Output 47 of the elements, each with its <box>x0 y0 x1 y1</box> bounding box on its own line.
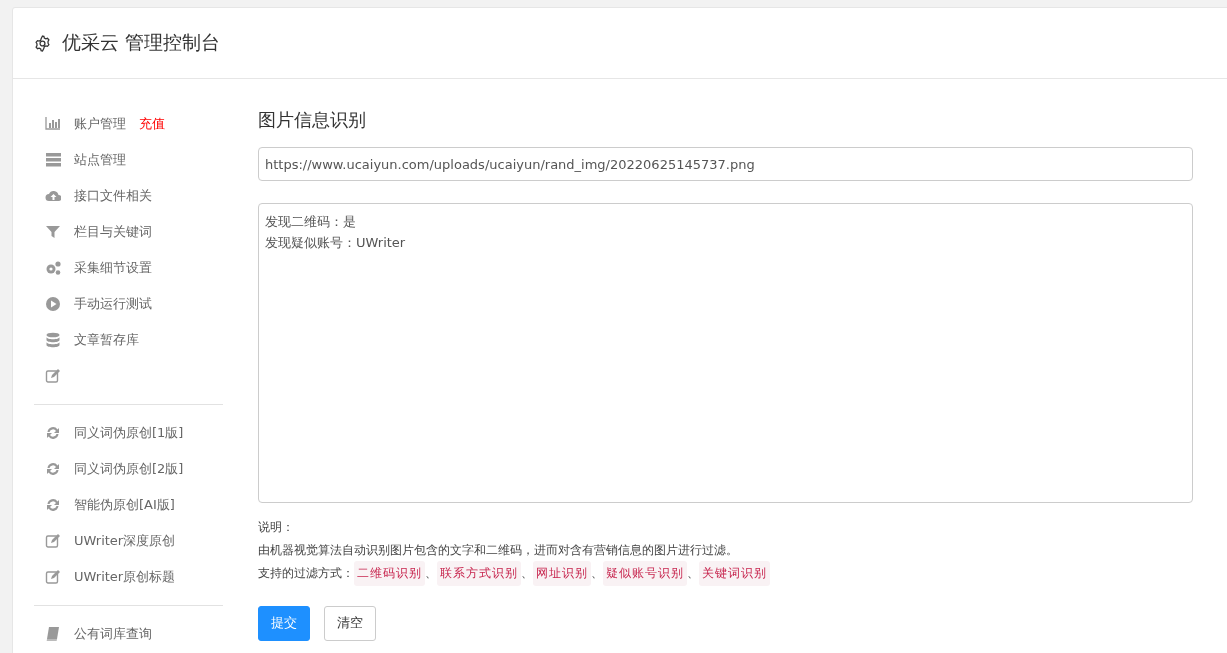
refresh-icon <box>45 461 61 477</box>
page-title: 图片信息识别 <box>258 108 367 132</box>
sidebar-link[interactable]: 站点管理 <box>74 151 126 169</box>
method-tag: 关键词识别 <box>699 561 770 586</box>
separator: 、 <box>521 565 533 582</box>
sidebar-link[interactable]: 账户管理 <box>74 115 126 133</box>
sidebar-link[interactable]: UWriter原创标题 <box>74 568 176 586</box>
url-field[interactable]: https://www.ucaiyun.com/uploads/ucaiyun/rand_img/20220625145737.png <box>258 147 1193 181</box>
sidebar-link[interactable]: 智能伪原创[AI版] <box>74 496 175 514</box>
settings-icon <box>34 34 51 52</box>
book-icon <box>45 626 61 642</box>
separator: 、 <box>591 565 603 582</box>
play-icon <box>45 296 61 312</box>
separator: 、 <box>425 565 437 582</box>
sidebar-link[interactable]: 文章暂存库 <box>74 331 139 349</box>
sidebar-link[interactable]: 采集细节设置 <box>74 259 152 277</box>
sidebar-link[interactable]: 公有词库查询 <box>74 625 152 643</box>
method-tag: 疑似账号识别 <box>603 561 687 586</box>
clear-button[interactable]: 清空 <box>324 605 376 641</box>
app-title: 优采云 管理控制台 <box>62 30 221 55</box>
sidebar-link[interactable]: 接口文件相关 <box>74 187 152 205</box>
sidebar-link[interactable]: 手动运行测试 <box>74 295 152 313</box>
methods-label: 支持的过滤方式： <box>258 565 354 582</box>
edit-icon <box>45 569 61 585</box>
bar-chart-icon <box>45 116 61 132</box>
separator: 、 <box>687 565 699 582</box>
refresh-icon <box>45 497 61 513</box>
method-tag: 联系方式识别 <box>437 561 521 586</box>
description-text: 由机器视觉算法自动识别图片包含的文字和二维码，进而对含有营销信息的图片进行过滤。 <box>258 541 739 559</box>
recharge-link[interactable]: 充值 <box>139 115 165 133</box>
notes-heading: 说明： <box>258 519 295 536</box>
method-tag: 二维码识别 <box>354 561 425 586</box>
server-icon <box>45 152 61 168</box>
sidebar-link[interactable]: 栏目与关键词 <box>74 223 152 241</box>
method-tag: 网址识别 <box>533 561 591 586</box>
submit-button[interactable]: 提交 <box>258 605 310 641</box>
cloud-upload-icon <box>45 188 61 204</box>
edit-icon <box>45 368 61 384</box>
filter-icon <box>45 224 61 240</box>
refresh-icon <box>45 425 61 441</box>
sidebar-link[interactable]: UWriter深度原创 <box>74 532 176 550</box>
edit-icon <box>45 533 61 549</box>
gears-icon <box>45 260 61 276</box>
sidebar-link[interactable]: 同义词伪原创[1版] <box>74 424 184 442</box>
database-icon <box>45 332 61 348</box>
sidebar-link[interactable]: 同义词伪原创[2版] <box>74 460 184 478</box>
result-textarea[interactable]: 发现二维码：是 发现疑似账号：UWriter <box>258 203 1193 503</box>
